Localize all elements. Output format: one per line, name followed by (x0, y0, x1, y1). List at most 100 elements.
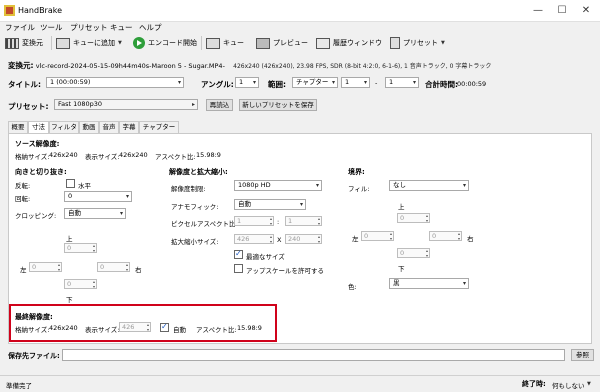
start-encode-label: エンコード開始 (148, 39, 197, 47)
chevron-down-icon[interactable]: ▼ (587, 381, 591, 387)
add-to-queue-label: キューに追加 (73, 39, 115, 47)
tab-chapters[interactable]: チャプター (139, 121, 179, 133)
tab-audio[interactable]: 音声 (99, 121, 119, 133)
tab-video[interactable]: 動画 (79, 121, 99, 133)
flip-label: 反転: (15, 182, 31, 190)
presets-button[interactable]: プリセット ▼ (390, 34, 445, 52)
source-resolution-heading: ソース解像度: (15, 140, 60, 148)
chevron-down-icon: ▾ (177, 79, 181, 86)
source-name: vlc-record-2024-05-15-09h44m40s-Maroon 5… (35, 62, 225, 70)
save-new-preset-button[interactable]: 新しいプリセットを保存 (239, 99, 317, 111)
preview-icon (256, 37, 270, 49)
angle-label: アングル: (201, 80, 234, 89)
title-select[interactable]: 1 (00:00:59) ▾ (46, 77, 184, 88)
start-encode-button[interactable]: エンコード開始 (133, 34, 197, 52)
highlight-box (9, 304, 277, 342)
fill-select[interactable]: なし ▾ (389, 180, 469, 191)
dimensions-panel: ソース解像度: 格納サイズ: 426x240 表示サイズ: 426x240 アス… (8, 133, 592, 344)
when-done-label: 終了時: (522, 380, 546, 388)
chevron-down-icon[interactable]: ▼ (118, 34, 122, 52)
chevron-down-icon: ▾ (125, 193, 129, 200)
par-height-input[interactable]: 1 (285, 216, 322, 226)
destination-input[interactable] (62, 349, 565, 361)
border-top-input[interactable]: 0 (397, 213, 430, 223)
chevron-down-icon: ▾ (119, 210, 123, 217)
range-start-select[interactable]: 1 ▾ (341, 77, 370, 88)
chevron-down-icon: ▾ (315, 182, 319, 189)
tab-summary[interactable]: 概要 (8, 121, 28, 133)
scaled-height-input[interactable]: 240 (285, 234, 322, 244)
crop-right-label: 右 (135, 266, 142, 274)
border-right-input[interactable]: 0 (429, 231, 462, 241)
status-bar: 準備完了 終了時: 何もしない ▼ (0, 375, 600, 392)
reload-preset-button[interactable]: 再読込 (206, 99, 233, 111)
crop-bottom-label: 下 (66, 296, 73, 304)
range-start-value: 1 (345, 78, 350, 86)
when-done-select[interactable]: 何もしない (552, 380, 585, 390)
handbrake-window: HandBrake — ☐ ✕ ファイル ツール プリセット キュー ヘルプ 変… (0, 0, 600, 392)
minimize-icon[interactable]: — (531, 4, 545, 18)
menu-presets[interactable]: プリセット (70, 22, 108, 34)
range-end-select[interactable]: 1 ▾ (385, 77, 419, 88)
source-button[interactable]: 変換元 (5, 34, 43, 52)
chevron-down-icon: ▾ (252, 79, 256, 86)
title-bar: HandBrake — ☐ ✕ (0, 0, 600, 22)
allow-upscale-checkbox[interactable] (234, 264, 243, 273)
display-size-value: 426x240 (119, 151, 148, 159)
anamorphic-select[interactable]: 自動 ▾ (234, 199, 306, 210)
play-icon (133, 37, 145, 49)
status-text: 準備完了 (6, 382, 32, 390)
par-separator: : (277, 218, 280, 226)
log-icon (316, 37, 330, 49)
preview-button[interactable]: プレビュー (256, 34, 308, 52)
anamorphic-label: アナモフィック: (171, 203, 219, 211)
chevron-down-icon[interactable]: ▼ (441, 34, 445, 52)
add-to-queue-button[interactable]: キューに追加 ▼ (56, 34, 122, 52)
preset-select-value: Fast 1080p30 (58, 100, 103, 108)
menu-bar: ファイル ツール プリセット キュー ヘルプ (0, 22, 600, 34)
maximize-icon[interactable]: ☐ (555, 4, 569, 18)
tab-subtitles[interactable]: 字幕 (119, 121, 139, 133)
optimal-size-checkbox[interactable] (234, 249, 243, 259)
flip-horizontal-checkbox[interactable] (66, 179, 75, 188)
menu-file[interactable]: ファイル (5, 22, 35, 34)
crop-top-input[interactable]: 0 (64, 243, 97, 253)
cropping-select[interactable]: 自動 ▾ (64, 208, 126, 219)
presets-label: プリセット (403, 39, 438, 47)
queue-button[interactable]: キュー (206, 34, 244, 52)
preset-select[interactable]: Fast 1080p30 ▸ (54, 99, 198, 110)
storage-size-label: 格納サイズ: (15, 153, 50, 161)
crop-left-input[interactable]: 0 (29, 262, 62, 272)
resolution-limit-select[interactable]: 1080p HD ▾ (234, 180, 322, 191)
scaled-x-separator: X (277, 236, 282, 244)
allow-upscale-label: アップスケールを許可する (246, 267, 324, 275)
chevron-down-icon: ▾ (462, 182, 466, 189)
menu-queue[interactable]: キュー (110, 22, 133, 34)
fill-label: フィル: (348, 185, 370, 193)
rotate-label: 回転: (15, 195, 31, 203)
menu-tools[interactable]: ツール (40, 22, 63, 34)
crop-bottom-input[interactable]: 0 (64, 279, 97, 289)
borders-heading: 境界: (348, 168, 365, 176)
menu-help[interactable]: ヘルプ (139, 22, 162, 34)
range-type-select[interactable]: チャプター ▾ (292, 77, 338, 88)
par-width-input[interactable]: 1 (234, 216, 274, 226)
scaled-width-input[interactable]: 426 (234, 234, 274, 244)
border-left-input[interactable]: 0 (361, 231, 394, 241)
source-details: 426x240 (426x240), 23.98 FPS, SDR (8-bit… (233, 63, 492, 70)
close-icon[interactable]: ✕ (579, 4, 593, 18)
angle-select[interactable]: 1 ▾ (235, 77, 259, 88)
tab-filters[interactable]: フィルタ (49, 121, 79, 133)
crop-right-input[interactable]: 0 (97, 262, 130, 272)
display-size-label: 表示サイズ: (85, 153, 120, 161)
border-bottom-input[interactable]: 0 (397, 248, 430, 258)
rotate-select[interactable]: 0 ▾ (64, 191, 132, 202)
browse-button[interactable]: 参照 (571, 349, 594, 361)
anamorphic-select-value: 自動 (238, 200, 251, 208)
chevron-down-icon: ▾ (363, 79, 367, 86)
activity-log-button[interactable]: 履歴ウィンドウ (316, 34, 382, 52)
flip-horizontal-label: 水平 (78, 182, 91, 190)
border-color-select[interactable]: 黒 ▾ (389, 278, 469, 289)
storage-size-value: 426x240 (49, 151, 78, 159)
chevron-right-icon: ▸ (191, 101, 195, 108)
